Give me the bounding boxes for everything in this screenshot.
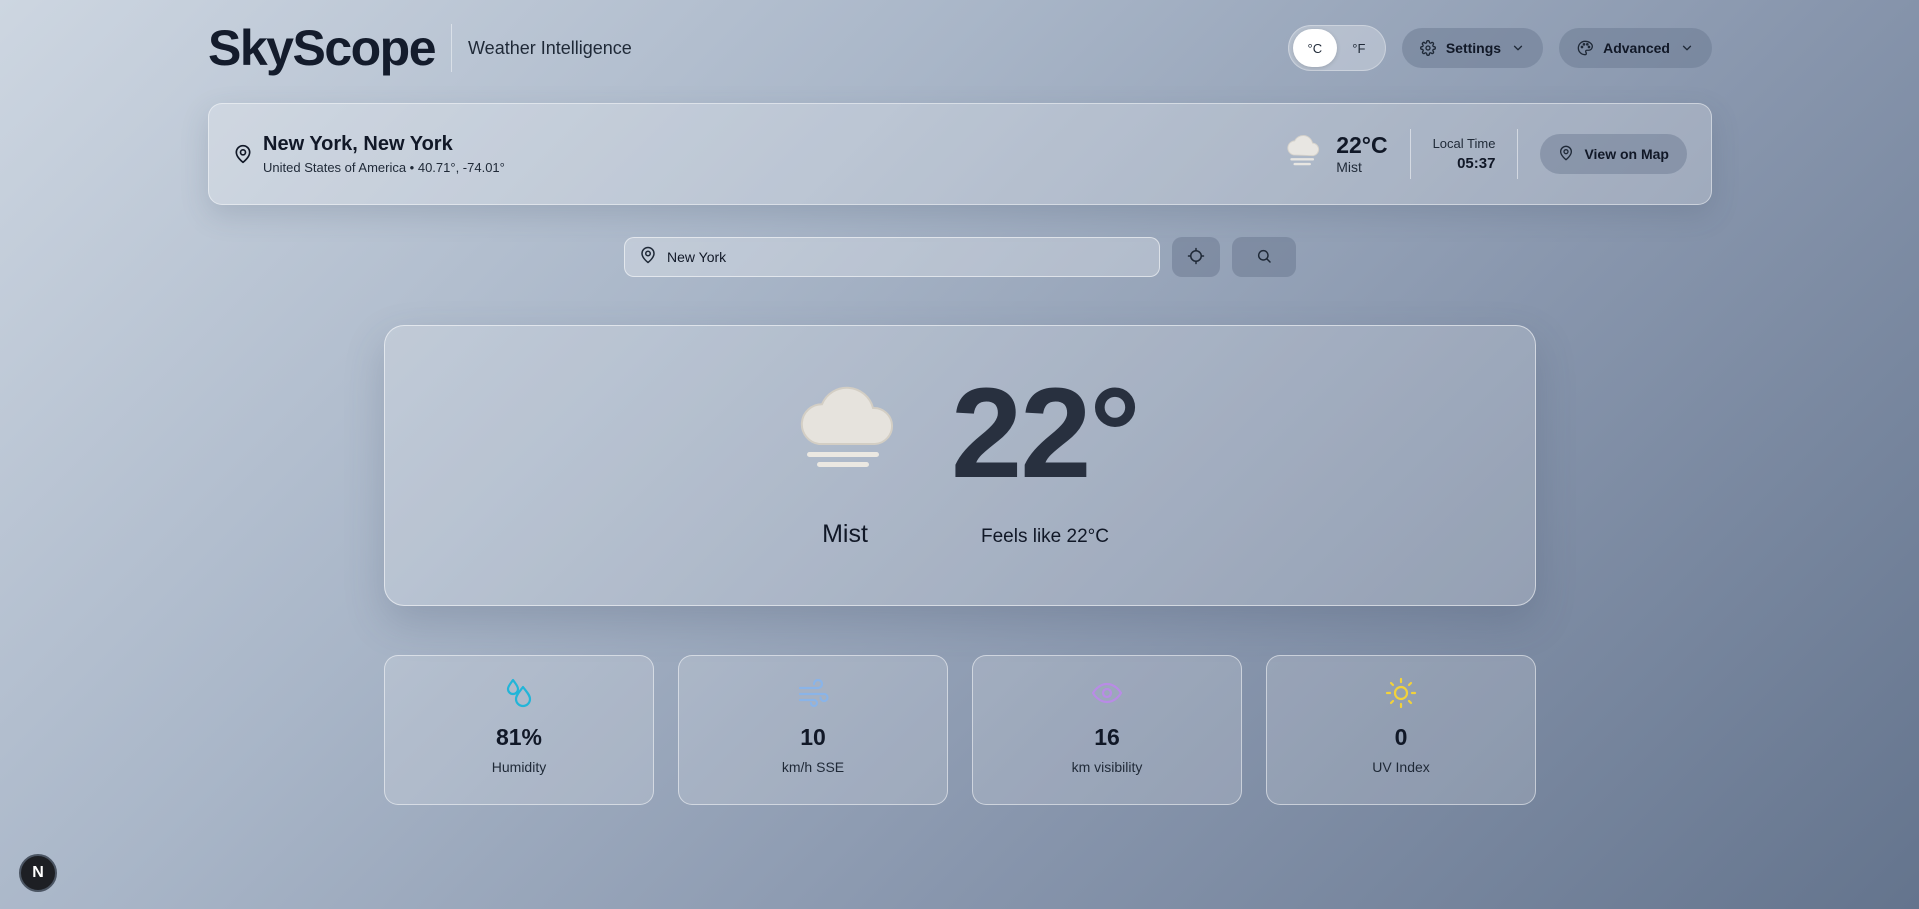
chevron-down-icon	[1511, 41, 1525, 55]
search-input[interactable]	[667, 249, 1145, 265]
settings-label: Settings	[1445, 40, 1502, 56]
advanced-label: Advanced	[1603, 40, 1670, 56]
search-row	[624, 237, 1296, 277]
droplets-icon	[504, 676, 534, 710]
map-pin-icon	[1558, 145, 1574, 164]
chevron-down-icon	[1680, 41, 1694, 55]
stat-card-visibility: 16 km visibility	[972, 655, 1242, 805]
mini-condition: Mist	[1336, 158, 1362, 175]
search-box	[624, 237, 1160, 277]
celsius-button[interactable]: °C	[1292, 29, 1337, 67]
app-header: SkyScope Weather Intelligence °C °F Sett…	[208, 18, 1712, 78]
uv-label: UV Index	[1372, 759, 1430, 775]
location-divider-2	[1517, 129, 1519, 179]
feels-like: Feels like 22°C	[981, 526, 1109, 547]
app-tagline: Weather Intelligence	[468, 37, 632, 58]
location-details: United States of America • 40.71°, -74.0…	[263, 160, 505, 175]
mini-weather: 22°C Mist	[1284, 132, 1388, 175]
dev-tools-badge[interactable]: N	[19, 854, 57, 892]
crosshair-icon	[1187, 247, 1205, 268]
view-on-map-label: View on Map	[1584, 146, 1669, 162]
map-pin-icon	[639, 246, 657, 269]
visibility-value: 16	[1094, 724, 1120, 750]
current-temperature: 22°	[951, 362, 1141, 505]
mini-temp-wrap: 22°C Mist	[1336, 132, 1388, 175]
local-time-label: Local Time	[1432, 136, 1496, 151]
advanced-button[interactable]: Advanced	[1559, 28, 1712, 68]
palette-icon	[1577, 40, 1594, 56]
view-on-map-button[interactable]: View on Map	[1540, 134, 1687, 174]
eye-icon	[1091, 676, 1123, 710]
locate-button[interactable]	[1172, 237, 1220, 277]
visibility-label: km visibility	[1071, 759, 1143, 775]
humidity-label: Humidity	[491, 759, 547, 775]
app-logo: SkyScope	[208, 20, 437, 76]
search-icon	[1256, 248, 1272, 267]
settings-button[interactable]: Settings	[1401, 28, 1544, 68]
location-city: New York, New York	[263, 133, 453, 155]
fahrenheit-button[interactable]: °F	[1337, 29, 1381, 67]
stat-card-humidity: 81% Humidity	[384, 655, 654, 805]
stats-row: 81% Humidity 10 km/h SSE 16 km visibilit…	[384, 655, 1536, 805]
current-condition: Mist	[822, 520, 868, 548]
local-time: Local Time 05:37	[1433, 136, 1496, 172]
map-pin-icon	[233, 144, 253, 164]
stat-card-wind: 10 km/h SSE	[678, 655, 948, 805]
gear-icon	[1419, 40, 1436, 56]
unit-toggle: °C °F	[1287, 25, 1386, 71]
current-weather-card: Mist 22° Feels like 22°C	[384, 325, 1536, 606]
stat-card-uv: 0 UV Index	[1266, 655, 1536, 805]
location-divider	[1409, 129, 1411, 179]
location-summary: 22°C Mist Local Time 05:37 View on Map	[1284, 129, 1687, 179]
wind-icon	[797, 676, 829, 710]
uv-value: 0	[1394, 724, 1408, 750]
location-card: New York, New York United States of Amer…	[208, 103, 1712, 205]
humidity-value: 81%	[495, 724, 543, 750]
wind-label: km/h SSE	[781, 759, 845, 775]
mist-cloud-icon	[789, 382, 901, 483]
wind-value: 10	[800, 724, 826, 750]
local-time-value: 05:37	[1457, 155, 1496, 172]
sun-icon	[1385, 676, 1417, 710]
header-divider	[451, 24, 453, 72]
location-text: New York, New York United States of Amer…	[263, 133, 505, 175]
mini-temperature: 22°C	[1336, 132, 1388, 159]
header-actions: °C °F Settings Advanced	[1287, 25, 1712, 71]
search-button[interactable]	[1232, 237, 1296, 277]
mist-cloud-icon	[1284, 134, 1322, 173]
